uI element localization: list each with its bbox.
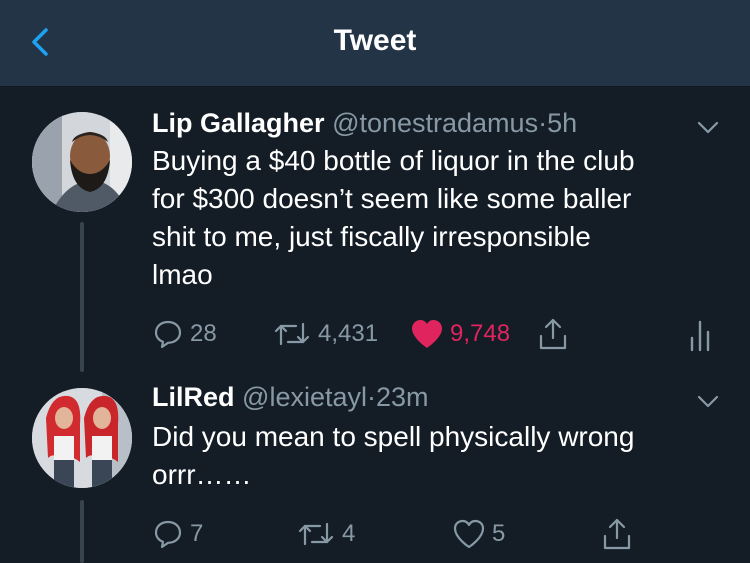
tweet-header: LilRed @lexietayl·23m [152, 382, 429, 413]
author-name[interactable]: LilRed [152, 382, 235, 412]
analytics-button[interactable] [688, 318, 712, 352]
share-button[interactable] [536, 316, 570, 352]
tweet-text: Did you mean to spell physically wrong o… [152, 421, 635, 490]
author-name[interactable]: Lip Gallagher [152, 108, 325, 138]
meta-separator: · [538, 108, 548, 138]
nav-header: Tweet [0, 0, 750, 87]
page-title: Tweet [333, 24, 417, 57]
thread-line [80, 500, 84, 563]
share-icon [539, 318, 567, 350]
reply-icon [154, 520, 182, 549]
share-button[interactable] [600, 516, 634, 552]
avatar[interactable] [32, 388, 132, 488]
tweet-text: Buying a $40 bottle of liquor in the clu… [152, 145, 635, 290]
tweet-time: 23m [376, 382, 429, 412]
share-icon [603, 518, 631, 550]
like-count: 9,748 [450, 320, 511, 347]
retweet-icon [298, 522, 334, 546]
heart-icon [453, 519, 485, 549]
analytics-icon [690, 320, 710, 352]
author-handle[interactable]: @lexietayl [242, 382, 367, 412]
chevron-down-icon [697, 395, 719, 408]
reply-icon [154, 320, 182, 349]
retweet-button[interactable]: 4,431 [272, 318, 378, 350]
author-handle[interactable]: @tonestradamus [332, 108, 538, 138]
retweet-count: 4,431 [318, 320, 379, 347]
meta-separator: · [367, 382, 376, 412]
chevron-down-icon [697, 121, 719, 134]
tweet-menu-button[interactable] [696, 394, 720, 410]
like-button[interactable]: 9,748 [410, 318, 510, 350]
avatar[interactable] [32, 112, 132, 212]
reply-count: 7 [190, 520, 204, 547]
tweet-header: Lip Gallagher @tonestradamus·5h [152, 108, 577, 139]
thread-line [80, 222, 84, 372]
retweet-icon [274, 322, 310, 346]
reply-button[interactable]: 7 [152, 518, 203, 550]
reply-button[interactable]: 28 [152, 318, 217, 350]
heart-icon [412, 320, 442, 348]
reply-count: 28 [190, 320, 217, 347]
retweet-count: 4 [342, 520, 356, 547]
retweet-button[interactable]: 4 [296, 518, 355, 550]
tweet-menu-button[interactable] [696, 120, 720, 136]
like-count: 5 [492, 520, 506, 547]
tweet-time: 5h [547, 108, 578, 138]
like-button[interactable]: 5 [452, 518, 505, 550]
